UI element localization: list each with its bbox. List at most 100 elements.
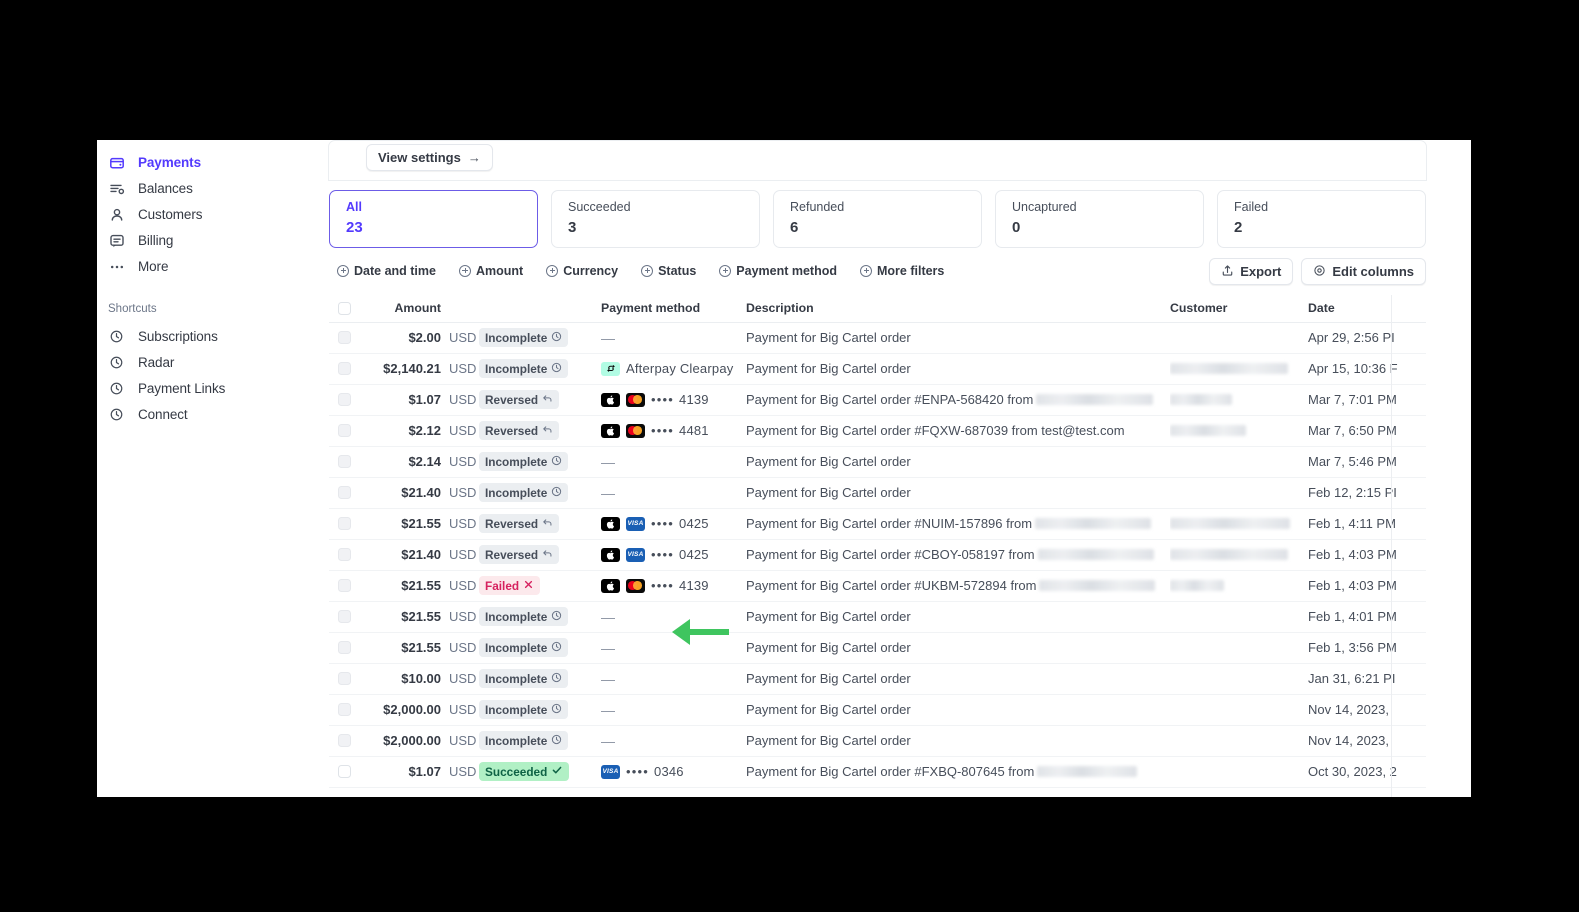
filter-chip-payment-method[interactable]: Payment method [711,258,847,283]
row-select-cell[interactable] [329,601,357,633]
table-row[interactable]: $2,140.21 USD Incomplete Afterpay Clearpay P… [329,353,1426,385]
status-tab-count: 0 [1012,219,1021,236]
view-settings-button[interactable]: View settings → [366,144,493,171]
column-header-amount[interactable]: Amount [357,295,441,323]
status-tab-all[interactable]: All 23 [329,190,538,248]
customer-cell [1170,477,1308,509]
row-checkbox[interactable] [338,424,351,437]
row-checkbox[interactable] [338,517,351,530]
filter-chip-amount[interactable]: Amount [451,258,533,283]
status-cell: Incomplete [479,725,601,757]
row-select-cell[interactable] [329,508,357,540]
select-all-header[interactable] [329,295,357,323]
apple-pay-icon [601,423,620,438]
date-cell: Oct 30, 2023, 2 [1308,756,1426,788]
table-row[interactable]: $21.40 USD Incomplete — Payment for Big Cart… [329,477,1426,509]
row-checkbox[interactable] [338,765,351,778]
card-mask-dots: •••• [651,547,675,562]
table-row[interactable]: $21.55 USD Incomplete — Payment for Big Cart… [329,601,1426,633]
status-cell: Incomplete [479,663,601,695]
table-row[interactable]: $2,000.00 USD Incomplete — Payment for Big C… [329,725,1426,757]
sidebar-item-balances[interactable]: Balances [97,176,328,201]
row-select-cell[interactable] [329,322,357,354]
row-checkbox[interactable] [338,579,351,592]
status-cell: Incomplete [479,446,601,478]
row-select-cell[interactable] [329,353,357,385]
row-checkbox[interactable] [338,548,351,561]
filter-chip-date-and-time[interactable]: Date and time [329,258,446,283]
column-header-payment-method[interactable]: Payment method [601,295,746,323]
amount-cell: $21.55 [357,601,441,633]
row-checkbox[interactable] [338,641,351,654]
edit-columns-button[interactable]: Edit columns [1301,258,1426,285]
row-checkbox[interactable] [338,486,351,499]
row-select-cell[interactable] [329,446,357,478]
currency-value: USD [449,733,477,748]
sidebar-item-payment-links[interactable]: Payment Links [97,376,328,401]
row-checkbox[interactable] [338,610,351,623]
row-checkbox[interactable] [338,734,351,747]
column-header-date[interactable]: Date [1308,295,1426,323]
sidebar-item-radar[interactable]: Radar [97,350,328,375]
table-row[interactable]: $21.55 USD Failed •••• 4139 Payment for Big C… [329,570,1426,602]
table-row[interactable]: $10.00 USD Incomplete — Payment for Big Cart… [329,663,1426,695]
row-select-cell[interactable] [329,725,357,757]
description-cell: Payment for Big Cartel order [746,322,1170,354]
filter-chip-currency[interactable]: Currency [538,258,628,283]
sidebar-item-billing[interactable]: Billing [97,228,328,253]
description-cell: Payment for Big Cartel order #CBOY-05819… [746,539,1170,571]
status-tab-uncaptured[interactable]: Uncaptured 0 [995,190,1204,248]
table-row[interactable]: $2.00 USD Incomplete — Payment for Big Carte… [329,322,1426,354]
status-tab-refunded[interactable]: Refunded 6 [773,190,982,248]
table-row[interactable]: $2,000.00 USD Incomplete — Payment for Big C… [329,694,1426,726]
export-button[interactable]: Export [1209,258,1294,285]
filter-chip-status[interactable]: Status [633,258,706,283]
reverse-arrow-icon [542,424,553,438]
table-row[interactable]: $1.07 USD Succeeded VISA •••• 0346 Payment for… [329,756,1426,788]
card-last4: •••• 4139 [651,578,709,593]
row-select-cell[interactable] [329,756,357,788]
sidebar-item-customers[interactable]: Customers [97,202,328,227]
select-all-checkbox[interactable] [338,301,351,315]
customer-cell [1170,632,1308,664]
column-header-description[interactable]: Description [746,295,1170,323]
amount-value: $10.00 [401,671,441,686]
status-tab-succeeded[interactable]: Succeeded 3 [551,190,760,248]
sidebar-item-more[interactable]: More [97,254,328,279]
afterpay-clearpay-icon [601,361,620,376]
sidebar-item-subscriptions[interactable]: Subscriptions [97,324,328,349]
table-row[interactable]: $2.14 USD Incomplete — Payment for Big Carte… [329,446,1426,478]
table-row[interactable]: $2.12 USD Reversed •••• 4481 Payment for Big … [329,415,1426,447]
row-select-cell[interactable] [329,632,357,664]
column-header-customer[interactable]: Customer [1170,295,1308,323]
payments-table-container[interactable]: Amount Payment method Description Custom… [329,295,1426,797]
table-row[interactable]: $21.55 USD Incomplete — Payment for Big Cart… [329,632,1426,664]
row-select-cell[interactable] [329,477,357,509]
row-select-cell[interactable] [329,570,357,602]
row-select-cell[interactable] [329,384,357,416]
payment-method-cell: — [601,601,746,633]
table-row[interactable]: $21.55 USD Reversed VISA •••• 0425 Payment for… [329,508,1426,540]
table-row[interactable]: $21.40 USD Reversed VISA •••• 0425 Payment for… [329,539,1426,571]
row-select-cell[interactable] [329,415,357,447]
description-text: Payment for Big Cartel order [746,485,911,500]
row-checkbox[interactable] [338,362,351,375]
status-tab-failed[interactable]: Failed 2 [1217,190,1426,248]
row-checkbox[interactable] [338,393,351,406]
gear-icon [1313,264,1326,280]
row-checkbox[interactable] [338,331,351,344]
row-checkbox[interactable] [338,703,351,716]
sidebar-item-connect[interactable]: Connect [97,402,328,427]
filter-chip-more-filters[interactable]: More filters [852,258,954,283]
row-select-cell[interactable] [329,663,357,695]
row-select-cell[interactable] [329,694,357,726]
amount-value: $21.55 [401,609,441,624]
sidebar-item-payments[interactable]: Payments [97,150,328,175]
table-row[interactable]: $1.07 USD Reversed •••• 4139 Payment for Big … [329,384,1426,416]
sidebar-item-label: Billing [138,233,174,248]
row-checkbox[interactable] [338,672,351,685]
currency-cell: USD [441,694,479,726]
description-cell: Payment for Big Cartel order #FXBQ-80764… [746,756,1170,788]
row-checkbox[interactable] [338,455,351,468]
row-select-cell[interactable] [329,539,357,571]
